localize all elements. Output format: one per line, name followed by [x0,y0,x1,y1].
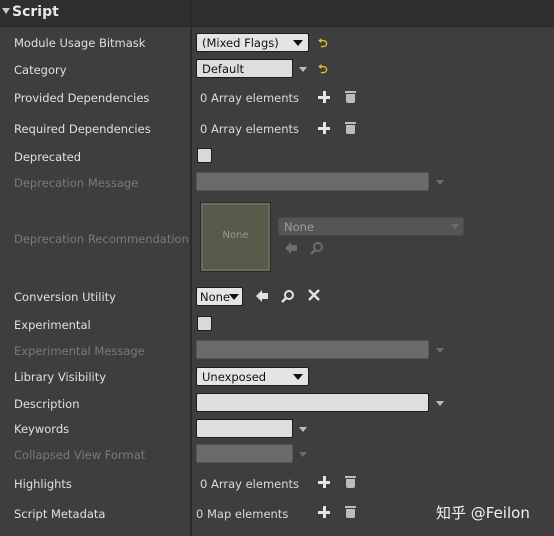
category-label: Category [14,63,67,77]
script-metadata-value: 0 Map elements [196,507,289,521]
experimental-message-input[interactable] [196,340,429,359]
trash-icon[interactable] [345,506,356,518]
required-dependencies-label: Required Dependencies [14,122,151,136]
deprecation-recommendation-label: Deprecation Recommendation [14,232,189,246]
required-dependencies-value: 0 Array elements [200,122,300,136]
experimental-checkbox[interactable] [197,316,212,331]
description-input[interactable] [196,393,429,412]
provided-dependencies-label: Provided Dependencies [14,91,150,105]
deprecation-message-label: Deprecation Message [14,176,139,190]
chevron-down-icon [293,374,303,380]
reset-to-default-icon[interactable]: ⮌ [318,60,328,81]
trash-icon[interactable] [345,91,356,103]
plus-icon[interactable] [318,91,330,103]
script-metadata-label: Script Metadata [14,507,106,521]
arrow-left-icon[interactable] [284,241,298,255]
asset-picker-value: None [284,220,315,234]
library-visibility-value: Unexposed [202,370,267,384]
provided-dependencies-value: 0 Array elements [200,91,300,105]
library-visibility-label: Library Visibility [14,370,107,384]
chevron-down-icon [293,40,303,46]
collapsed-view-format-label: Collapsed View Format [14,448,146,462]
section-title: Script [12,4,59,20]
asset-thumbnail-text: None [222,230,249,241]
arrow-left-icon[interactable] [255,289,269,303]
conversion-utility-value: None [200,290,231,304]
chevron-down-icon [229,294,239,300]
close-icon[interactable] [308,289,320,301]
watermark: 知乎 @Feilon [436,504,530,522]
chevron-down-icon [451,224,459,229]
search-icon[interactable] [310,241,324,255]
trash-icon[interactable] [345,476,356,488]
module-usage-bitmask-label: Module Usage Bitmask [14,36,146,50]
category-input[interactable]: Default [196,59,293,78]
highlights-value: 0 Array elements [200,477,300,491]
plus-icon[interactable] [318,506,330,518]
plus-icon[interactable] [318,122,330,134]
plus-icon[interactable] [318,476,330,488]
experimental-label: Experimental [14,318,91,332]
keywords-label: Keywords [14,422,70,436]
module-usage-bitmask-value: (Mixed Flags) [202,36,279,50]
collapse-triangle-icon[interactable] [2,8,10,14]
deprecated-checkbox[interactable] [197,148,212,163]
chevron-down-icon[interactable] [299,427,307,432]
deprecation-message-input[interactable] [196,172,429,191]
conversion-utility-label: Conversion Utility [14,290,116,304]
description-label: Description [14,397,80,411]
asset-picker-combo[interactable]: None [278,217,464,236]
deprecated-label: Deprecated [14,150,82,164]
chevron-down-icon[interactable] [436,180,444,185]
chevron-down-icon[interactable] [299,67,307,72]
trash-icon[interactable] [345,122,356,134]
chevron-down-icon[interactable] [436,348,444,353]
collapsed-view-format-input[interactable] [196,444,293,463]
chevron-down-icon[interactable] [299,452,307,457]
experimental-message-label: Experimental Message [14,344,145,358]
search-icon[interactable] [281,289,295,303]
asset-thumbnail[interactable]: None [200,202,271,272]
reset-to-default-icon[interactable]: ⮌ [318,34,328,55]
chevron-down-icon[interactable] [436,401,444,406]
section-header[interactable]: Script [0,0,554,27]
library-visibility-dropdown[interactable]: Unexposed [196,367,309,386]
conversion-utility-dropdown[interactable]: None [196,287,243,306]
highlights-label: Highlights [14,477,72,491]
module-usage-bitmask-dropdown[interactable]: (Mixed Flags) [196,33,309,52]
keywords-input[interactable] [196,419,293,438]
column-divider[interactable] [190,0,192,536]
